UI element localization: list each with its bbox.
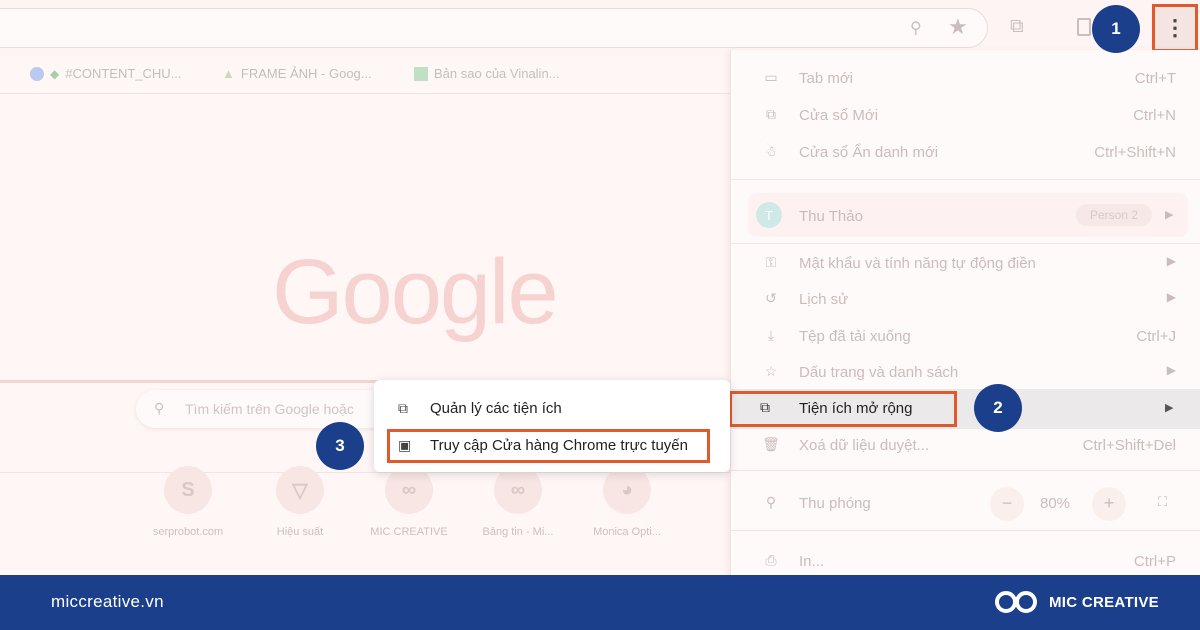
history-icon: ↺ xyxy=(765,290,777,306)
submenu-item-manage-extensions[interactable]: ⧉ Quản lý các tiện ích xyxy=(398,400,562,417)
menu-item-history[interactable]: ↺ Lịch sử ▶ xyxy=(730,282,1200,318)
avatar: T xyxy=(756,202,782,228)
menu-item-clear-data[interactable]: 🗑 Xoá dữ liệu duyệt... Ctrl+Shift+Del xyxy=(730,428,1200,464)
shortcut-tile[interactable]: ◕ Monica Opti... xyxy=(567,466,687,538)
menu-divider xyxy=(730,470,1200,471)
key-icon: ⚿ xyxy=(765,254,777,270)
facebook-icon xyxy=(30,66,44,81)
zoom-in-button[interactable]: + xyxy=(1092,487,1126,521)
bookmark-item[interactable]: Bản sao của Vinalin... xyxy=(414,66,560,81)
step-badge-2: 2 xyxy=(974,384,1022,432)
shortcut-label: Monica Opti... xyxy=(593,526,661,538)
shortcut-tile[interactable]: S serprobot.com xyxy=(128,466,248,538)
shortcut-tile[interactable]: ▽ Hiệu suất xyxy=(240,466,360,538)
trash-icon: 🗑 xyxy=(762,436,780,452)
download-icon: ⤓ xyxy=(767,327,775,343)
google-sheets-icon xyxy=(414,66,428,81)
menu-item-incognito[interactable]: ☃ Cửa sổ Ẩn danh mới Ctrl+Shift+N xyxy=(730,135,1200,171)
google-drive-icon: ▲ xyxy=(222,66,235,81)
menu-divider xyxy=(730,530,1200,531)
puzzle-icon: ⧉ xyxy=(398,400,408,416)
shortcut-icon: ◕ xyxy=(603,466,651,514)
zoom-icon: ⚲ xyxy=(765,494,777,510)
shortcut-tile[interactable]: ∞ Bảng tin - Mi... xyxy=(458,466,578,538)
shortcut-label: serprobot.com xyxy=(152,526,224,538)
menu-item-zoom: ⚲ Thu phóng xyxy=(730,486,1200,522)
google-logo: Google xyxy=(272,241,559,343)
search-icon: ⚲ xyxy=(154,400,165,416)
incognito-icon: ☃ xyxy=(764,143,778,159)
menu-divider xyxy=(730,179,1200,180)
chevron-right-icon: ▶ xyxy=(1165,209,1174,221)
shortcut-icon: ∞ xyxy=(494,466,542,514)
profile-chip: Person 2 xyxy=(1076,204,1152,226)
shortcut-tile[interactable]: ∞ MIC CREATIVE xyxy=(349,466,469,538)
bookmark-item[interactable]: ▲ FRAME ẢNH - Goog... xyxy=(222,66,372,81)
footer-brand: MIC CREATIVE xyxy=(1049,594,1159,611)
step-badge-3: 3 xyxy=(316,422,364,470)
bookmark-star-icon[interactable]: ★ xyxy=(948,14,968,40)
menu-item-new-window[interactable]: ⧉ Cửa sổ Mới Ctrl+N xyxy=(730,98,1200,134)
shortcut-label: Bảng tin - Mi... xyxy=(482,526,554,538)
zoom-out-button[interactable]: − xyxy=(990,487,1024,521)
side-panel-icon[interactable] xyxy=(1077,18,1091,36)
fullscreen-icon[interactable]: ⛶ xyxy=(1158,494,1167,510)
bookmark-item[interactable]: ◆ #CONTENT_CHU... xyxy=(30,66,182,81)
address-bar[interactable] xyxy=(0,8,988,48)
zoom-value: 80% xyxy=(1040,495,1071,512)
star-icon: ☆ xyxy=(764,363,778,379)
print-icon: ⎙ xyxy=(765,552,777,568)
menu-item-bookmarks[interactable]: ☆ Dấu trang và danh sách ▶ xyxy=(730,355,1200,391)
chevron-right-icon: ▶ xyxy=(1165,402,1174,414)
menu-item-passwords[interactable]: ⚿ Mật khẩu và tính năng tự động điền ▶ xyxy=(730,246,1200,282)
shortcut-icon: S xyxy=(164,466,212,514)
step-badge-1: 1 xyxy=(1092,5,1140,53)
profile-name: Thu Thảo xyxy=(799,208,863,225)
shortcut-icon: ▽ xyxy=(276,466,324,514)
shield-icon: ◆ xyxy=(50,66,60,81)
shortcut-label: MIC CREATIVE xyxy=(370,526,448,538)
search-placeholder: Tìm kiếm trên Google hoặc xyxy=(185,401,354,417)
extensions-puzzle-icon[interactable]: ⧉ xyxy=(1010,16,1024,38)
chrome-menu-button[interactable]: ⋮ xyxy=(1152,4,1198,52)
shortcut-icon: ∞ xyxy=(385,466,433,514)
footer-site: miccreative.vn xyxy=(51,592,164,611)
divider xyxy=(0,380,380,383)
menu-item-downloads[interactable]: ⤓ Tệp đã tải xuống Ctrl+J xyxy=(730,319,1200,355)
menu-item-new-tab[interactable]: ▭ Tab mới Ctrl+T xyxy=(730,61,1200,97)
new-window-icon: ⧉ xyxy=(766,106,776,122)
new-tab-icon: ▭ xyxy=(764,69,778,85)
mic-creative-logo-icon xyxy=(995,591,1037,613)
highlight-box xyxy=(729,391,957,427)
zoom-icon[interactable]: ⚲ xyxy=(910,18,922,38)
menu-divider xyxy=(730,243,1200,244)
highlight-box xyxy=(387,429,710,463)
shortcut-label: Hiệu suất xyxy=(276,526,324,538)
